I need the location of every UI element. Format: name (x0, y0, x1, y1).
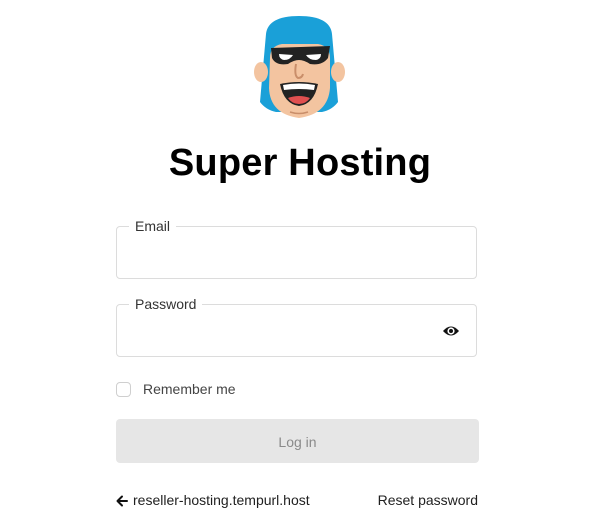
remember-me-checkbox[interactable] (116, 381, 131, 397)
arrow-left-icon (116, 494, 128, 507)
brand-title: Super Hosting (168, 142, 432, 184)
log-in-button[interactable]: Log in (116, 419, 479, 463)
remember-me-row: Remember me (116, 379, 236, 399)
email-field-container: Email (116, 217, 477, 279)
brand-logo-icon (252, 14, 346, 122)
back-to-site-link[interactable]: reseller-hosting.tempurl.host (116, 492, 310, 508)
reset-password-link[interactable]: Reset password (378, 492, 478, 508)
password-input[interactable] (117, 305, 476, 356)
email-input[interactable] (117, 227, 476, 278)
remember-me-label[interactable]: Remember me (143, 381, 236, 397)
back-to-site-label: reseller-hosting.tempurl.host (133, 492, 310, 508)
password-field-container: Password (116, 295, 477, 357)
eye-icon[interactable] (442, 323, 460, 339)
